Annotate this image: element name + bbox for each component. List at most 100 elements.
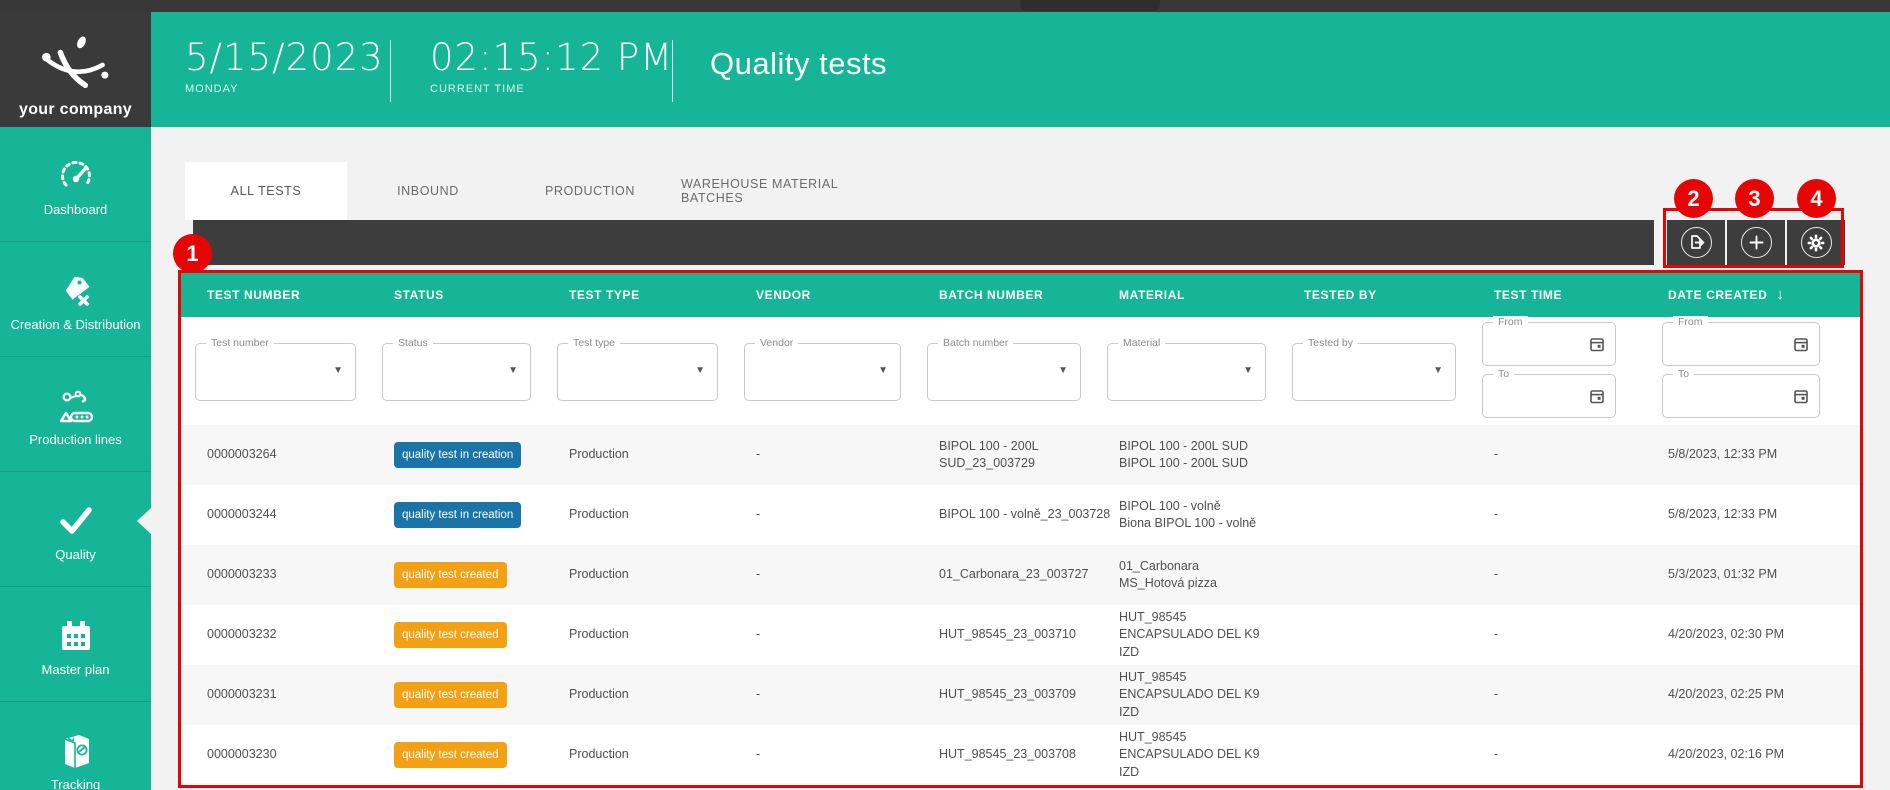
current-day: MONDAY: [185, 83, 239, 95]
sidebar-item-dashboard[interactable]: Dashboard: [0, 127, 151, 242]
cell-test-time: -: [1494, 447, 1499, 462]
current-date: 5/15/2023: [185, 36, 384, 79]
cell-material: BIPOL 100 - 200L SUD BIPOL 100 - 200L SUD: [1119, 438, 1249, 471]
calendar-icon[interactable]: [1589, 336, 1605, 357]
add-test-button[interactable]: [1727, 220, 1785, 265]
cell-date-created: 5/8/2023, 12:33 PM: [1668, 447, 1778, 462]
cell-batch-number: HUT_98545_23_003708: [939, 747, 1076, 762]
filter-batch-number-select[interactable]: Batch number ▼: [927, 337, 1081, 401]
chevron-down-icon: ▼: [1058, 365, 1068, 376]
column-header-test-number[interactable]: TEST NUMBER: [181, 272, 368, 317]
sidebar-item-master-plan[interactable]: Master plan: [0, 587, 151, 702]
tab-all-tests[interactable]: ALL TESTS: [185, 162, 347, 220]
tab-inbound[interactable]: INBOUND: [347, 162, 509, 220]
table-row[interactable]: 0000003232 quality test created Producti…: [181, 605, 1860, 665]
tag-icon: [57, 272, 95, 310]
column-header-status[interactable]: STATUS: [368, 272, 543, 317]
filter-tested-by-select[interactable]: Tested by ▼: [1292, 337, 1456, 401]
calendar-icon[interactable]: [1793, 388, 1809, 409]
cell-vendor: -: [756, 687, 761, 702]
column-header-test-type[interactable]: TEST TYPE: [543, 272, 730, 317]
filter-date-created-from-input[interactable]: From: [1662, 316, 1820, 366]
cell-test-type: Production: [569, 747, 629, 762]
calendar-icon[interactable]: [1793, 336, 1809, 357]
cell-test-number: 0000003244: [207, 507, 277, 522]
table-row[interactable]: 0000003244 quality test in creation Prod…: [181, 485, 1860, 545]
header-divider: [390, 40, 391, 102]
header-divider: [672, 40, 673, 102]
sidebar-item-production-lines[interactable]: Production lines: [0, 357, 151, 472]
conveyor-icon: [57, 387, 95, 425]
export-button[interactable]: [1667, 220, 1725, 265]
cell-batch-number: 01_Carbonara_23_003727: [939, 567, 1089, 582]
cell-vendor: -: [756, 447, 761, 462]
calendar-icon[interactable]: [1589, 388, 1605, 409]
check-icon: [57, 502, 95, 540]
cell-test-time: -: [1494, 507, 1499, 522]
column-header-tested-by[interactable]: TESTED BY: [1278, 272, 1468, 317]
cell-vendor: -: [756, 627, 761, 642]
gear-icon: [1800, 227, 1832, 258]
cell-test-type: Production: [569, 507, 629, 522]
filter-test-time-to-input[interactable]: To: [1482, 368, 1616, 418]
cell-test-time: -: [1494, 687, 1499, 702]
status-badge: quality test created: [394, 682, 507, 708]
chevron-down-icon: ▼: [1433, 365, 1443, 376]
cell-test-type: Production: [569, 447, 629, 462]
sidebar-item-label: Creation & Distribution: [10, 317, 141, 332]
package-icon: [57, 732, 95, 770]
cell-tested-by: [1278, 545, 1468, 605]
table-row[interactable]: 0000003264 quality test in creation Prod…: [181, 425, 1860, 485]
column-header-material[interactable]: MATERIAL: [1093, 272, 1278, 317]
tab-production[interactable]: PRODUCTION: [509, 162, 671, 220]
cell-tested-by: [1278, 425, 1468, 485]
page-header: 5/15/2023 MONDAY 02:15:12 PM CURRENT TIM…: [151, 12, 1890, 127]
gauge-icon: [57, 157, 95, 195]
filter-vendor-select[interactable]: Vendor ▼: [744, 337, 901, 401]
cell-date-created: 4/20/2023, 02:30 PM: [1668, 627, 1785, 642]
annotation-marker-4: 4: [1797, 179, 1836, 218]
sidebar-item-tracking[interactable]: Tracking: [0, 702, 151, 790]
cell-batch-number: BIPOL 100 - 200L SUD_23_003729: [939, 438, 1039, 471]
cell-tested-by: [1278, 485, 1468, 545]
filter-test-type-select[interactable]: Test type ▼: [557, 337, 718, 401]
sidebar-item-label: Production lines: [29, 432, 122, 447]
sidebar: your company Dashboard Creation & Distri…: [0, 12, 151, 790]
cell-test-type: Production: [569, 627, 629, 642]
column-header-batch-number[interactable]: BATCH NUMBER: [913, 272, 1093, 317]
cell-test-time: -: [1494, 567, 1499, 582]
sort-desc-icon: ↓: [1776, 286, 1785, 303]
tabbar: ALL TESTS INBOUND PRODUCTION WAREHOUSE M…: [185, 162, 901, 220]
annotation-marker-2: 2: [1674, 179, 1713, 218]
filter-status-select[interactable]: Status ▼: [382, 337, 531, 401]
sidebar-item-label: Dashboard: [43, 202, 108, 217]
table-row[interactable]: 0000003233 quality test created Producti…: [181, 545, 1860, 605]
chevron-down-icon: ▼: [878, 365, 888, 376]
filter-material-select[interactable]: Material ▼: [1107, 337, 1266, 401]
column-header-vendor[interactable]: VENDOR: [730, 272, 913, 317]
calendar-icon: [57, 617, 95, 655]
filter-test-number-select[interactable]: Test number ▼: [195, 337, 356, 401]
sidebar-item-quality[interactable]: Quality: [0, 472, 151, 587]
cell-material: HUT_98545 ENCAPSULADO DEL K9 IZD: [1119, 729, 1260, 779]
top-strip-notch: [1020, 0, 1160, 11]
cell-material: HUT_98545 ENCAPSULADO DEL K9 IZD: [1119, 669, 1260, 719]
cell-vendor: -: [756, 747, 761, 762]
filter-date-created-to-input[interactable]: To: [1662, 368, 1820, 418]
filter-test-time-from-input[interactable]: From: [1482, 316, 1616, 366]
column-header-test-time[interactable]: TEST TIME: [1468, 272, 1642, 317]
status-badge: quality test in creation: [394, 502, 522, 528]
cell-test-number: 0000003233: [207, 567, 277, 582]
tab-warehouse-material-batches[interactable]: WAREHOUSE MATERIAL BATCHES: [671, 162, 901, 220]
table-body: 0000003264 quality test in creation Prod…: [181, 425, 1860, 785]
table-row[interactable]: 0000003231 quality test created Producti…: [181, 665, 1860, 725]
cell-material: 01_Carbonara MS_Hotová pizza: [1119, 558, 1217, 591]
sidebar-item-creation-distribution[interactable]: Creation & Distribution: [0, 242, 151, 357]
column-header-date-created[interactable]: DATE CREATED ↓: [1642, 272, 1860, 317]
settings-button[interactable]: [1787, 220, 1845, 265]
cell-vendor: -: [756, 507, 761, 522]
sidebar-item-label: Tracking: [50, 777, 101, 790]
cell-date-created: 4/20/2023, 02:16 PM: [1668, 747, 1785, 762]
cell-test-number: 0000003230: [207, 747, 277, 762]
table-row[interactable]: 0000003230 quality test created Producti…: [181, 725, 1860, 785]
